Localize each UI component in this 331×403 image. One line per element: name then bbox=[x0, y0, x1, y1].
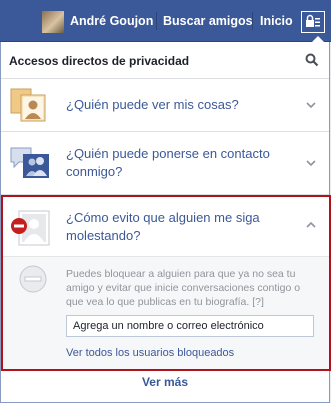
divider bbox=[156, 12, 157, 30]
privacy-shortcuts-panel: Accesos directos de privacidad ¿Quién pu… bbox=[0, 42, 331, 403]
home-link[interactable]: Inicio bbox=[260, 0, 293, 42]
see-more-link[interactable]: Ver más bbox=[1, 375, 329, 389]
shortcut-block-someone-expanded: ¿Cómo evito que alguien me siga molestan… bbox=[1, 195, 331, 371]
block-user-icon bbox=[11, 210, 50, 246]
chevron-down-icon bbox=[306, 102, 316, 109]
block-description-text: Puedes bloquear a alguien para que ya no… bbox=[66, 268, 301, 308]
help-link[interactable]: [?] bbox=[252, 296, 264, 308]
view-blocked-users-link[interactable]: Ver todos los usuarios bloqueados bbox=[66, 347, 234, 359]
chevron-up-icon[interactable] bbox=[306, 220, 316, 230]
search-icon[interactable] bbox=[305, 53, 319, 67]
profile-link[interactable]: André Goujon bbox=[70, 0, 153, 42]
photos-lock-icon bbox=[10, 88, 46, 122]
block-minus-icon bbox=[19, 265, 47, 293]
privacy-shortcuts-button[interactable] bbox=[301, 11, 325, 33]
divider bbox=[252, 12, 253, 30]
top-navigation-bar: André Goujon Buscar amigos Inicio bbox=[0, 0, 331, 42]
block-user-input[interactable]: Agrega un nombre o correo electrónico bbox=[66, 315, 314, 337]
chevron-down-icon bbox=[306, 160, 316, 167]
panel-header: Accesos directos de privacidad bbox=[1, 42, 329, 79]
user-avatar[interactable] bbox=[42, 11, 64, 33]
chat-people-icon bbox=[10, 147, 49, 178]
panel-title: Accesos directos de privacidad bbox=[9, 54, 190, 68]
shortcut-who-can-see[interactable]: ¿Quién puede ver mis cosas? bbox=[1, 79, 329, 132]
shortcut-label: ¿Cómo evito que alguien me siga molestan… bbox=[66, 210, 260, 243]
shortcut-label: ¿Quién puede ver mis cosas? bbox=[66, 97, 239, 112]
privacy-lock-icon bbox=[306, 14, 320, 27]
shortcut-who-can-contact[interactable]: ¿Quién puede ponerse en contacto conmigo… bbox=[1, 132, 329, 195]
shortcut-label: ¿Quién puede ponerse en contacto conmigo… bbox=[66, 146, 270, 179]
block-description: Puedes bloquear a alguien para que ya no… bbox=[66, 267, 318, 309]
block-user-input-placeholder: Agrega un nombre o correo electrónico bbox=[73, 320, 264, 332]
find-friends-link[interactable]: Buscar amigos bbox=[163, 0, 253, 42]
shortcut-block-someone[interactable]: ¿Cómo evito que alguien me siga molestan… bbox=[3, 197, 329, 257]
